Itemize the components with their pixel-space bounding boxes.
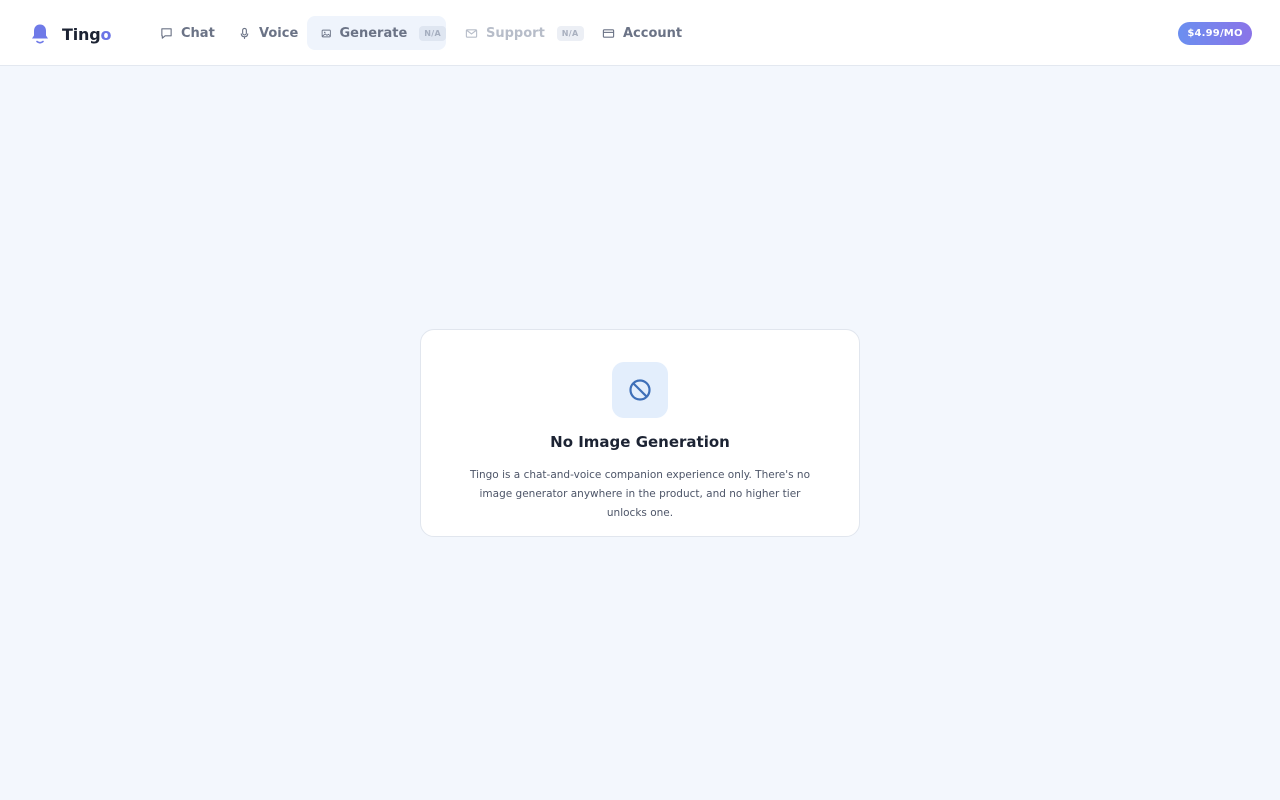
nav-tab-account-label: Account	[623, 25, 683, 41]
nav-tab-chat[interactable]: Chat	[160, 16, 215, 50]
mail-icon	[465, 28, 478, 38]
notice-icon-container	[612, 362, 668, 418]
prohibited-icon	[629, 379, 651, 401]
credit-card-icon	[602, 28, 615, 38]
nav-tab-generate-label: Generate	[339, 25, 408, 41]
brand-name: Tingo	[62, 24, 112, 44]
pricing-badge[interactable]: $4.99/MO	[1178, 22, 1252, 45]
nav-tab-voice-label: Voice	[259, 25, 299, 41]
microphone-icon	[240, 27, 249, 39]
nav-tab-voice[interactable]: Voice	[238, 16, 298, 50]
nav-tab-generate-badge: N/A	[419, 25, 446, 41]
brand-logo[interactable]: Tingo	[30, 22, 111, 46]
nav-tab-chat-label: Chat	[181, 25, 215, 41]
nav-tab-support-badge: N/A	[556, 25, 584, 41]
chat-bubble-icon	[161, 27, 172, 39]
image-icon	[321, 29, 331, 37]
notice-card: No Image Generation Tingo is a chat-and-…	[420, 329, 860, 537]
bell-icon	[32, 24, 48, 44]
top-navigation-bar: Tingo Chat Voice Generate N/A Support N/…	[0, 0, 1280, 66]
nav-tab-account[interactable]: Account	[602, 16, 682, 50]
nav-tab-generate[interactable]: Generate N/A	[307, 16, 446, 50]
nav-tab-support-label: Support	[486, 25, 545, 41]
notice-title: No Image Generation	[550, 433, 730, 451]
nav-tab-support[interactable]: Support N/A	[465, 16, 584, 50]
notice-description: Tingo is a chat-and-voice companion expe…	[469, 469, 811, 519]
